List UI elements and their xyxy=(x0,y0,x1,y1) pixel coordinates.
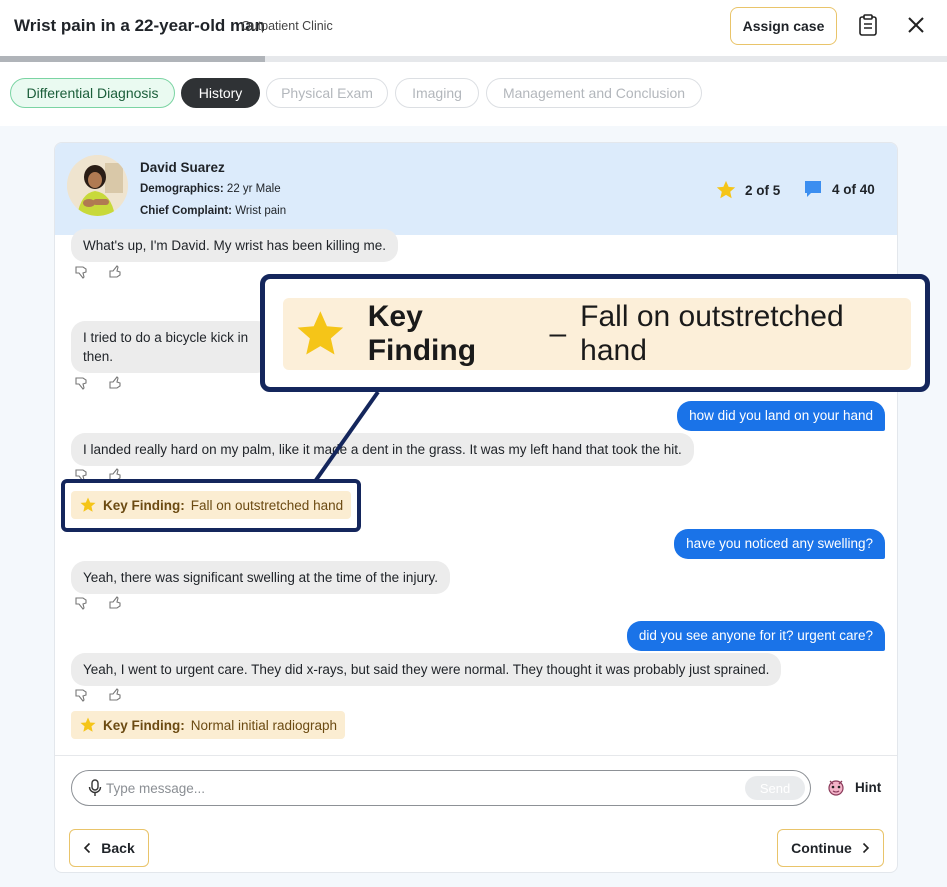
callout-content: Key Finding – Fall on outstretched hand xyxy=(283,298,911,370)
composer-divider xyxy=(55,755,897,756)
tab-management-and-conclusion[interactable]: Management and Conclusion xyxy=(486,78,702,108)
assign-case-button[interactable]: Assign case xyxy=(730,7,837,45)
message-reactions xyxy=(75,265,123,279)
case-title: Wrist pain in a 22-year-old man xyxy=(14,16,265,35)
tab-history[interactable]: History xyxy=(181,78,260,108)
tab-imaging[interactable]: Imaging xyxy=(395,78,479,108)
message-reactions xyxy=(75,596,123,610)
continue-label: Continue xyxy=(791,840,852,856)
thumbs-down-icon[interactable] xyxy=(75,265,89,279)
thumbs-up-icon[interactable] xyxy=(109,688,123,702)
patient-message-line: then. xyxy=(83,349,114,364)
patient-demographics: Demographics: 22 yr Male xyxy=(140,183,281,195)
close-icon[interactable] xyxy=(905,14,927,36)
patient-message: What's up, I'm David. My wrist has been … xyxy=(71,229,399,262)
send-button[interactable]: Send xyxy=(745,776,805,800)
demographics-label: Demographics: xyxy=(140,183,224,195)
callout-label: Key Finding xyxy=(367,300,477,367)
clipboard-icon[interactable] xyxy=(858,14,878,36)
callout-dash: – xyxy=(549,317,567,350)
message-reactions xyxy=(75,376,123,390)
patient-message: I tried to do a bicycle kick in then. xyxy=(71,321,271,373)
user-message: did you see anyone for it? urgent care? xyxy=(626,621,885,651)
patient-message: Yeah, I went to urgent care. They did x-… xyxy=(71,653,782,686)
user-message: have you noticed any swelling? xyxy=(674,529,885,559)
key-finding-highlight-box xyxy=(61,479,361,532)
hint-mascot-icon xyxy=(828,780,844,796)
back-label: Back xyxy=(101,840,135,856)
thumbs-down-icon[interactable] xyxy=(75,596,89,610)
message-reactions xyxy=(75,688,123,702)
tab-differential-diagnosis[interactable]: Differential Diagnosis xyxy=(10,78,175,108)
patient-message-line: I tried to do a bicycle kick in xyxy=(83,330,249,345)
demographics-value: 22 yr Male xyxy=(226,183,281,195)
chevron-right-icon xyxy=(862,842,869,854)
patient-name: David Suarez xyxy=(140,160,225,175)
patient-avatar xyxy=(67,155,128,216)
message-count: 4 of 40 xyxy=(832,181,875,197)
message-input[interactable] xyxy=(106,777,736,799)
key-finding-text: Normal initial radiograph xyxy=(190,717,338,733)
thumbs-up-icon[interactable] xyxy=(109,596,123,610)
chevron-left-icon xyxy=(84,842,91,854)
tab-physical-exam[interactable]: Physical Exam xyxy=(266,78,388,108)
thumbs-down-icon[interactable] xyxy=(75,688,89,702)
chief-complaint-value: Wrist pain xyxy=(235,205,287,217)
top-bar: Wrist pain in a 22-year-old man Outpatie… xyxy=(0,0,947,56)
patient-message: Yeah, there was significant swelling at … xyxy=(71,561,450,594)
key-findings-counter: 2 of 5 xyxy=(715,179,780,201)
thumbs-up-icon[interactable] xyxy=(109,265,123,279)
message-composer: Send xyxy=(71,770,811,806)
patient-message: I landed really hard on my palm, like it… xyxy=(71,433,694,466)
star-icon xyxy=(297,311,344,355)
case-subtitle: Outpatient Clinic xyxy=(241,19,333,33)
chat-bubble-icon xyxy=(805,181,821,197)
thumbs-down-icon[interactable] xyxy=(75,376,89,390)
user-message: how did you land on your hand xyxy=(677,401,885,431)
back-button[interactable]: Back xyxy=(69,829,149,867)
key-finding-label: Key Finding: xyxy=(103,717,185,733)
hint-label: Hint xyxy=(855,779,882,795)
microphone-icon[interactable] xyxy=(88,779,102,797)
key-finding-badge: Key Finding: Normal initial radiograph xyxy=(71,711,346,739)
patient-chief-complaint: Chief Complaint: Wrist pain xyxy=(140,205,286,217)
chief-complaint-label: Chief Complaint: xyxy=(140,205,232,217)
key-finding-callout: Key Finding – Fall on outstretched hand xyxy=(260,274,930,392)
star-icon xyxy=(716,180,736,199)
hint-button[interactable]: Hint xyxy=(825,776,881,798)
thumbs-up-icon[interactable] xyxy=(109,376,123,390)
patient-header: David Suarez Demographics: 22 yr Male Ch… xyxy=(55,143,897,235)
continue-button[interactable]: Continue xyxy=(777,829,884,867)
star-icon xyxy=(80,717,96,732)
key-findings-count: 2 of 5 xyxy=(745,182,781,198)
message-counter: 4 of 40 xyxy=(803,179,875,199)
callout-text: Fall on outstretched hand xyxy=(580,300,844,367)
section-tabs: Differential Diagnosis History Physical … xyxy=(0,62,947,126)
